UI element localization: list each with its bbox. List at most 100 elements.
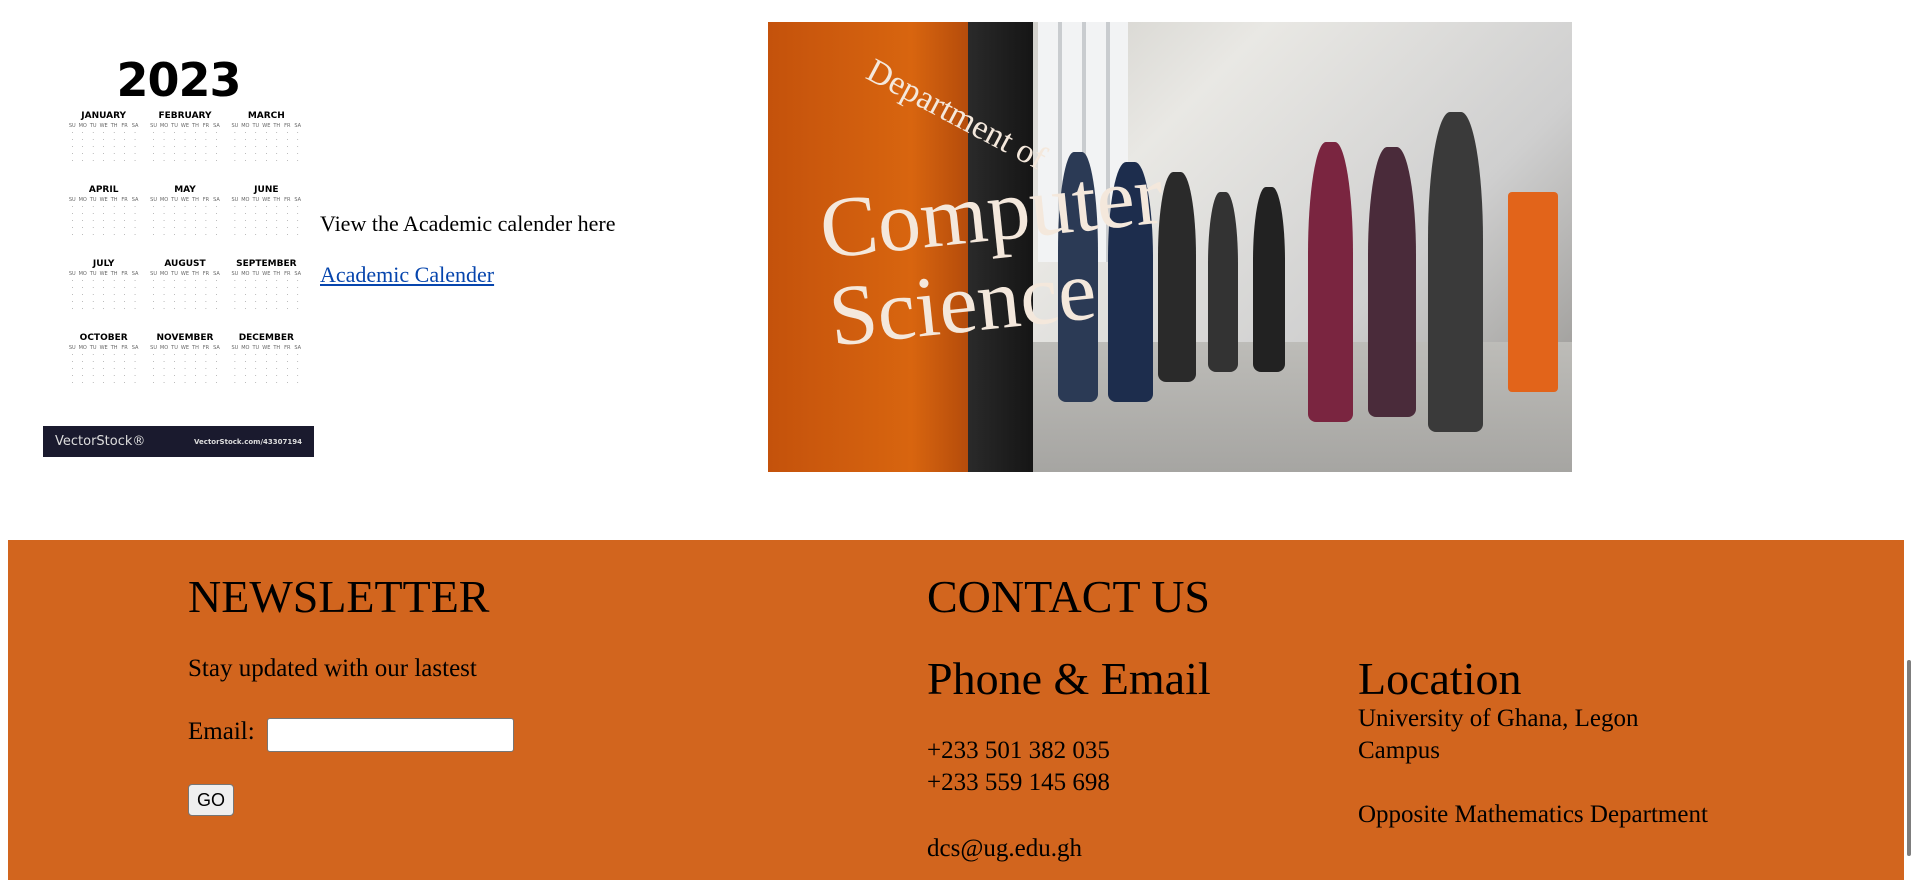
phone-email-title: Phone & Email bbox=[927, 653, 1211, 704]
calendar-day-mark: · bbox=[296, 306, 299, 312]
calendar-weekday: WE bbox=[262, 123, 271, 129]
calendar-day-mark: · bbox=[184, 306, 186, 312]
calendar-day-mark: · bbox=[215, 130, 218, 136]
calendar-weekday: TU bbox=[171, 197, 178, 203]
calendar-day-mark: · bbox=[296, 232, 299, 238]
go-button[interactable]: GO bbox=[188, 784, 234, 816]
page: 2023 JANUARY SU MO TU WE TH FR SA · · · · · · · · · · · · · ·… bbox=[0, 0, 1916, 880]
calendar-weekday: TU bbox=[171, 123, 178, 129]
calendar-day-mark: · bbox=[184, 144, 186, 150]
calendar-day-mark: · bbox=[194, 211, 197, 217]
calendar-weekday: TU bbox=[89, 271, 97, 277]
email-label: Email: bbox=[188, 718, 255, 745]
calendar-day-mark: · bbox=[92, 204, 94, 210]
footer: NEWSLETTER Stay updated with our lastest… bbox=[8, 540, 1904, 880]
calendar-day-mark: · bbox=[173, 218, 176, 224]
calendar-day-mark: · bbox=[234, 278, 236, 284]
calendar-day-mark: · bbox=[255, 278, 257, 284]
calendar-day-mark: · bbox=[255, 380, 257, 386]
calendar-day-mark: · bbox=[205, 285, 207, 291]
calendar-day-mark: · bbox=[205, 232, 207, 238]
calendar-month-name: NOVEMBER bbox=[156, 333, 214, 343]
calendar-day-mark: · bbox=[244, 232, 247, 238]
photo-person bbox=[1428, 112, 1483, 432]
calendar-month-name: DECEMBER bbox=[238, 333, 294, 343]
calendar-days: SU MO TU WE TH FR SA · · · · · · · · · · · · · · · · · · · · · · · · · ·… bbox=[230, 123, 303, 165]
calendar-day-mark: · bbox=[215, 278, 218, 284]
calendar-day-mark: · bbox=[173, 285, 176, 291]
calendar-day-mark: · bbox=[113, 211, 115, 217]
calendar-day-mark: · bbox=[296, 137, 299, 143]
calendar-day-mark: · bbox=[205, 144, 207, 150]
calendar-day-mark: · bbox=[296, 359, 299, 365]
calendar-day-mark: · bbox=[134, 158, 136, 164]
calendar-day-mark: · bbox=[123, 137, 126, 143]
calendar-day-mark: · bbox=[113, 204, 115, 210]
scrollbar-thumb[interactable] bbox=[1907, 660, 1911, 856]
calendar-day-mark: · bbox=[205, 380, 207, 386]
calendar-day-mark: · bbox=[113, 144, 115, 150]
calendar-weekday: WE bbox=[99, 345, 108, 351]
calendar-day-mark: · bbox=[194, 366, 197, 372]
calendar-day-mark: · bbox=[194, 204, 197, 210]
calendar-day-mark: · bbox=[81, 144, 84, 150]
calendar-day-mark: · bbox=[152, 359, 155, 365]
calendar-day-mark: · bbox=[255, 204, 257, 210]
calendar-weekday: SU bbox=[150, 271, 157, 277]
calendar-day-mark: · bbox=[92, 225, 94, 231]
calendar-day-mark: · bbox=[265, 380, 268, 386]
calendar-day-mark: · bbox=[173, 232, 176, 238]
calendar-day-mark: · bbox=[194, 373, 197, 379]
photo-person bbox=[1308, 142, 1353, 422]
calendar-day-mark: · bbox=[234, 359, 236, 365]
calendar-weekday: FR bbox=[121, 197, 128, 203]
calendar-day-mark: · bbox=[163, 151, 165, 157]
calendar-weekday: SU bbox=[68, 123, 76, 129]
calendar-weekday: TH bbox=[273, 197, 281, 203]
calendar-weekday: FR bbox=[121, 271, 128, 277]
location-line: Campus bbox=[1358, 737, 1440, 764]
calendar-weekday: FR bbox=[284, 271, 291, 277]
academic-calendar-link[interactable]: Academic Calender bbox=[320, 262, 494, 288]
calendar-month-name: JUNE bbox=[254, 185, 279, 195]
calendar-weekday: MO bbox=[241, 345, 250, 351]
calendar-day-mark: · bbox=[123, 232, 126, 238]
calendar-day-mark: · bbox=[163, 278, 165, 284]
calendar-day-mark: · bbox=[276, 144, 278, 150]
calendar-day-mark: · bbox=[234, 204, 236, 210]
calendar-day-mark: · bbox=[194, 144, 197, 150]
calendar-day-mark: · bbox=[205, 352, 207, 358]
calendar-day-mark: · bbox=[123, 144, 126, 150]
email-input[interactable] bbox=[267, 718, 514, 752]
calendar-day-mark: · bbox=[265, 158, 268, 164]
calendar-day-mark: · bbox=[102, 352, 105, 358]
calendar-day-mark: · bbox=[286, 306, 289, 312]
calendar-day-mark: · bbox=[265, 366, 268, 372]
calendar-day-mark: · bbox=[234, 292, 236, 298]
calendar-day-mark: · bbox=[71, 137, 74, 143]
calendar-day-mark: · bbox=[102, 285, 105, 291]
calendar-day-mark: · bbox=[92, 158, 94, 164]
calendar-day-mark: · bbox=[123, 352, 126, 358]
calendar-day-mark: · bbox=[296, 225, 299, 231]
calendar-weekday: TH bbox=[192, 271, 199, 277]
calendar-day-mark: · bbox=[71, 130, 74, 136]
calendar-weekday: WE bbox=[180, 345, 190, 351]
calendar-day-mark: · bbox=[113, 158, 115, 164]
calendar-day-mark: · bbox=[265, 292, 268, 298]
newsletter-title: NEWSLETTER bbox=[188, 571, 490, 622]
calendar-day-mark: · bbox=[234, 232, 236, 238]
calendar-weekday: TH bbox=[273, 123, 281, 129]
calendar-days: SU MO TU WE TH FR SA · · · · · · · · · · · · · · · · · · · · · · · · · ·… bbox=[67, 345, 140, 387]
calendar-weekday: TU bbox=[89, 345, 97, 351]
calendar-day-mark: · bbox=[184, 204, 186, 210]
calendar-day-mark: · bbox=[71, 380, 74, 386]
calendar-day-mark: · bbox=[286, 299, 289, 305]
calendar-day-mark: · bbox=[102, 158, 105, 164]
calendar-day-mark: · bbox=[173, 225, 176, 231]
calendar-weekday: MO bbox=[241, 271, 250, 277]
calendar-weekday: SU bbox=[231, 345, 239, 351]
calendar-days: SU MO TU WE TH FR SA · · · · · · · · · · · · · · · · · · · · · · · · · ·… bbox=[67, 197, 140, 239]
calendar-day-mark: · bbox=[296, 285, 299, 291]
calendar-month: MAY SU MO TU WE TH FR SA · · · · · · · · · · · · · · · · · · · · · · ·… bbox=[148, 185, 221, 255]
